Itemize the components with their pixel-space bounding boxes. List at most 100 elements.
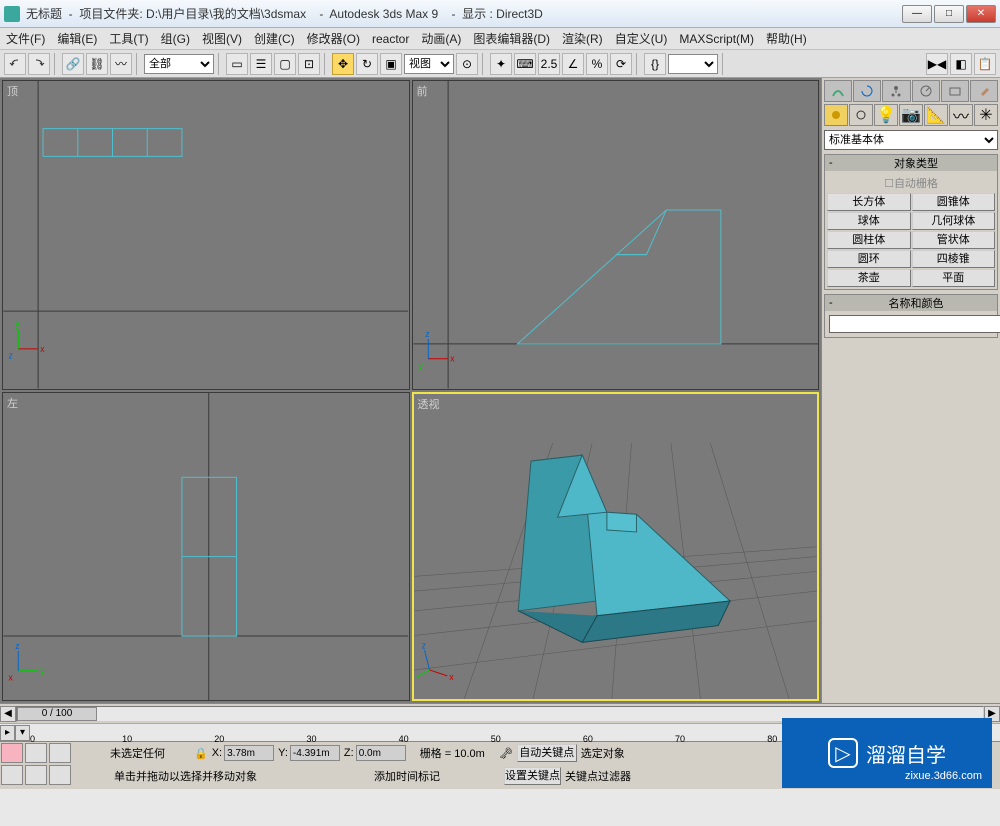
menu-rendering[interactable]: 渲染(R) [562,30,603,47]
tab-utilities[interactable] [970,80,998,102]
prim-cylinder-button[interactable]: 圆柱体 [827,231,911,249]
tab-hierarchy[interactable] [882,80,910,102]
svg-text:z: z [8,351,13,361]
angle-snap-button[interactable]: ∠ [562,53,584,75]
link-button[interactable]: 🔗 [62,53,84,75]
minimize-button[interactable]: — [902,5,932,23]
subtab-cameras[interactable]: 📷 [899,104,923,126]
watermark-brand: 溜溜自学 [866,739,946,768]
menu-views[interactable]: 视图(V) [202,30,242,47]
layer-manager-button[interactable]: 📋 [974,53,996,75]
subtab-systems[interactable]: ✳ [974,104,998,126]
select-and-rotate-button[interactable]: ↻ [356,53,378,75]
maximize-button[interactable]: □ [934,5,964,23]
viewport-top[interactable]: 顶 x y z [2,80,410,390]
select-and-move-button[interactable]: ✥ [332,53,354,75]
prim-geosphere-button[interactable]: 几何球体 [912,212,996,230]
unlink-button[interactable]: ⛓ [86,53,108,75]
menu-animation[interactable]: 动画(A) [421,30,461,47]
align-button[interactable]: ◧ [950,53,972,75]
tab-modify[interactable] [853,80,881,102]
add-time-tag-label[interactable]: 添加时间标记 [374,768,440,784]
spinner-snap-button[interactable]: ⟳ [610,53,632,75]
key-icon[interactable]: 🗝 [499,747,513,760]
selection-filter-dropdown[interactable]: 全部 [144,54,214,74]
setkey-button[interactable]: 设置关键点 [504,767,561,785]
subtab-helpers[interactable]: 📐 [924,104,948,126]
select-and-manipulate-button[interactable]: ✦ [490,53,512,75]
prim-torus-button[interactable]: 圆环 [827,250,911,268]
timeline-tick: 30 [306,734,316,744]
menu-reactor[interactable]: reactor [372,32,409,46]
prompt-toggle-button[interactable] [25,743,47,763]
select-object-button[interactable]: ▭ [226,53,248,75]
menu-modifiers[interactable]: 修改器(O) [307,30,360,47]
named-selection-dropdown[interactable] [668,54,718,74]
undo-button[interactable] [4,53,26,75]
menu-edit[interactable]: 编辑(E) [57,30,97,47]
prim-pyramid-button[interactable]: 四棱锥 [912,250,996,268]
percent-snap-button[interactable]: % [586,53,608,75]
select-by-name-button[interactable]: ☰ [250,53,272,75]
tab-create[interactable] [824,80,852,102]
menu-help[interactable]: 帮助(H) [766,30,807,47]
prim-teapot-button[interactable]: 茶壶 [827,269,911,287]
tab-motion[interactable] [912,80,940,102]
prim-cone-button[interactable]: 圆锥体 [912,193,996,211]
close-button[interactable]: ✕ [966,5,996,23]
menu-customize[interactable]: 自定义(U) [615,30,668,47]
coord-y-input[interactable] [290,745,340,761]
snap-toggle-button[interactable]: 2.5 [538,53,560,75]
viewport-left[interactable]: 左 y z x [2,392,410,702]
select-and-scale-button[interactable]: ▣ [380,53,402,75]
viewport-front[interactable]: 前 x z y [412,80,820,390]
key-filter-button[interactable]: 关键点过滤器 [565,768,631,784]
redo-button[interactable] [28,53,50,75]
prim-plane-button[interactable]: 平面 [912,269,996,287]
coord-z-input[interactable] [356,745,406,761]
menu-graph[interactable]: 图表编辑器(D) [473,30,550,47]
subtab-lights[interactable]: 💡 [874,104,898,126]
viewport-label: 左 [7,395,18,411]
subtab-spacewarps[interactable]: 〰 [949,104,973,126]
menu-group[interactable]: 组(G) [161,30,190,47]
prim-tube-button[interactable]: 管状体 [912,231,996,249]
prim-sphere-button[interactable]: 球体 [827,212,911,230]
trackbar-toggle-button[interactable]: ▸ [0,725,15,741]
timeslider-handle[interactable]: 0 / 100 [17,707,97,721]
snap-settings-button[interactable] [49,765,71,785]
object-name-input[interactable] [829,315,1000,333]
mirror-button[interactable]: ▶◀ [926,53,948,75]
bind-spacewarp-button[interactable]: 〰 [110,53,132,75]
isolate-button[interactable] [49,743,71,763]
comm-center-button[interactable] [25,765,47,785]
edit-named-selection-button[interactable]: {} [644,53,666,75]
keyboard-shortcut-override-button[interactable]: ⌨ [514,53,536,75]
reference-coord-dropdown[interactable]: 视图 [404,54,454,74]
lock-selection-button[interactable] [1,765,23,785]
rollout-header[interactable]: -名称和颜色 [825,295,997,311]
select-region-rect-button[interactable]: ▢ [274,53,296,75]
viewport-perspective[interactable]: 透视 [412,392,820,702]
menu-maxscript[interactable]: MAXScript(M) [679,32,754,46]
menu-create[interactable]: 创建(C) [254,30,295,47]
window-crossing-button[interactable]: ⊡ [298,53,320,75]
trackbar-filter-button[interactable]: ▾ [15,725,30,741]
subtab-shapes[interactable] [849,104,873,126]
menu-tools[interactable]: 工具(T) [109,30,148,47]
lock-icon[interactable]: 🔒 [194,747,208,760]
timeslider-prev-button[interactable]: ◀ [0,706,16,722]
subtab-geometry[interactable] [824,104,848,126]
autogrid-checkbox[interactable]: ☐ 自动栅格 [827,173,995,193]
coord-x-input[interactable] [224,745,274,761]
tab-display[interactable] [941,80,969,102]
prim-box-button[interactable]: 长方体 [827,193,911,211]
use-pivot-center-button[interactable]: ⊙ [456,53,478,75]
rollout-header[interactable]: -对象类型 [825,155,997,171]
maxscript-mini-listener-button[interactable] [1,743,23,763]
menu-file[interactable]: 文件(F) [6,30,45,47]
svg-text:z: z [421,640,425,650]
timeline-tick: 10 [122,734,132,744]
primitive-type-dropdown[interactable]: 标准基本体 [824,130,998,150]
autokey-button[interactable]: 自动关键点 [517,744,577,762]
